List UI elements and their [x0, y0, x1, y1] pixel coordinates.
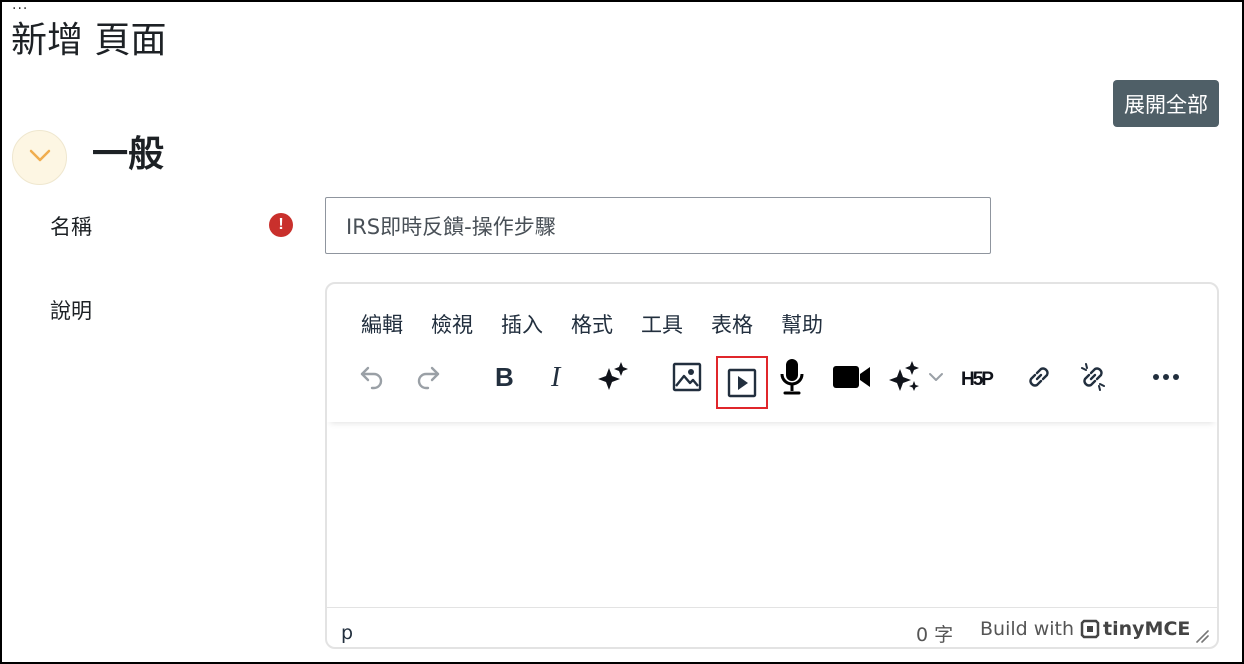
italic-icon[interactable]: I	[539, 356, 577, 398]
svg-text:B: B	[495, 364, 514, 390]
section-toggle-button[interactable]	[12, 130, 67, 185]
link-icon[interactable]	[1019, 356, 1059, 398]
editor-content-area[interactable]	[327, 422, 1217, 607]
tinymce-branding[interactable]: Build with tinyMCE	[980, 618, 1190, 640]
svg-text:I: I	[550, 364, 562, 390]
redo-icon[interactable]	[409, 356, 447, 398]
menu-table[interactable]: 表格	[697, 306, 767, 342]
h5p-icon[interactable]: H5P	[959, 356, 1003, 398]
element-path[interactable]: p	[341, 622, 353, 644]
name-input[interactable]: IRS即時反饋-操作步驟	[325, 197, 991, 254]
image-icon[interactable]	[667, 356, 707, 398]
section-title: 一般	[92, 134, 165, 175]
page-title: 新增 頁面	[11, 20, 167, 61]
ai-sparkles-dropdown-icon[interactable]	[885, 356, 947, 398]
media-icon[interactable]	[716, 356, 768, 409]
more-icon[interactable]	[1145, 356, 1187, 398]
word-count[interactable]: 0 字	[916, 620, 953, 647]
editor-toolbar: B I H5P	[327, 348, 1217, 422]
menu-tools[interactable]: 工具	[627, 306, 697, 342]
resize-handle-icon[interactable]	[1195, 626, 1209, 647]
video-camera-icon[interactable]	[831, 356, 873, 398]
microphone-icon[interactable]	[773, 356, 811, 398]
menu-insert[interactable]: 插入	[487, 306, 557, 342]
build-with-text: Build with	[980, 618, 1075, 640]
expand-all-button[interactable]: 展開全部	[1113, 80, 1219, 127]
editor-statusbar: p 0 字 Build with tinyMCE	[327, 607, 1217, 647]
bold-icon[interactable]: B	[485, 356, 523, 398]
unlink-icon[interactable]	[1073, 356, 1113, 398]
description-label: 說明	[50, 299, 92, 323]
svg-text:H5P: H5P	[961, 369, 994, 388]
editor-menubar: 編輯 檢視 插入 格式 工具 表格 幫助	[347, 306, 837, 342]
chevron-down-icon	[29, 148, 51, 167]
undo-icon[interactable]	[353, 356, 391, 398]
ai-sparkle-icon[interactable]	[593, 356, 633, 398]
menu-edit[interactable]: 編輯	[347, 306, 417, 342]
tinymce-brand-name: tinyMCE	[1103, 618, 1191, 640]
menu-view[interactable]: 檢視	[417, 306, 487, 342]
tinymce-logo: tinyMCE	[1080, 618, 1190, 640]
menu-help[interactable]: 幫助	[767, 306, 837, 342]
exclamation-circle-icon: !	[269, 213, 293, 237]
name-label: 名稱	[50, 215, 92, 239]
rich-text-editor[interactable]: 編輯 檢視 插入 格式 工具 表格 幫助 B I H5P p 0 字 Build…	[325, 282, 1219, 649]
menu-format[interactable]: 格式	[557, 306, 627, 342]
overflow-dots[interactable]: ...	[12, 0, 28, 12]
